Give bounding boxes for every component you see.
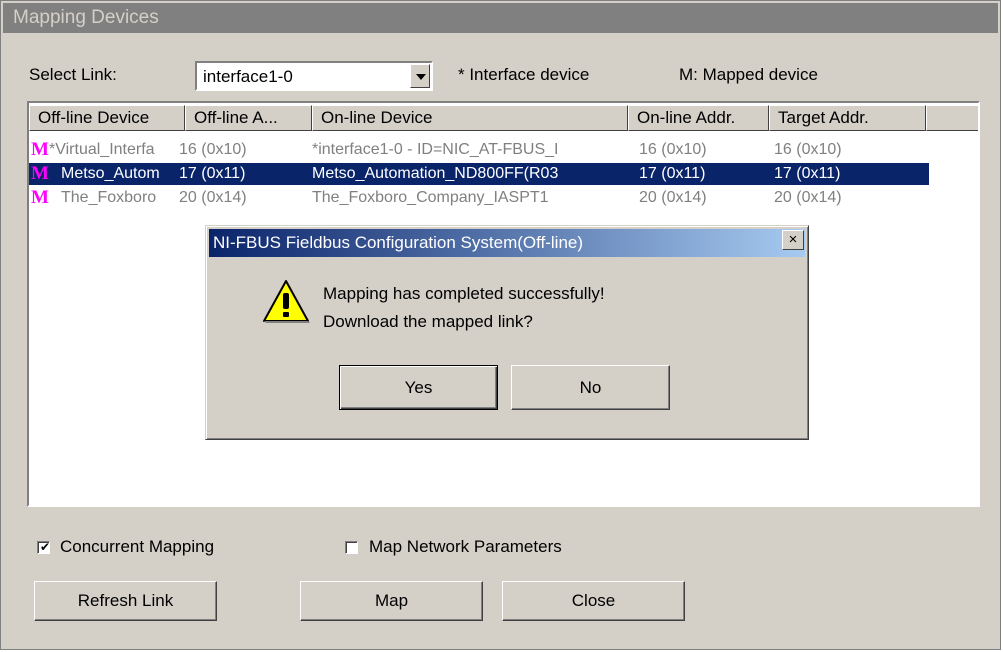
target-addr-cell: 16 (0x10)	[774, 141, 842, 158]
refresh-link-button[interactable]: Refresh Link	[34, 581, 217, 621]
map-button[interactable]: Map	[300, 581, 483, 621]
warning-icon	[263, 280, 310, 323]
offline-addr-cell: 20 (0x14)	[179, 189, 247, 206]
online-device-cell: *interface1-0 - ID=NIC_AT-FBUS_I	[312, 141, 559, 158]
dialog-close-button[interactable]: ×	[782, 230, 804, 250]
column-header-target-addr[interactable]: Target Addr.	[769, 105, 926, 131]
offline-device-cell: *Virtual_Interfa	[49, 141, 155, 158]
column-header-online-addr[interactable]: On-line Addr.	[628, 105, 769, 131]
mapped-device-icon: M	[31, 139, 49, 160]
checkmark-icon: ✔	[40, 540, 51, 554]
chevron-down-icon	[416, 74, 426, 80]
window-title: Mapping Devices	[3, 3, 998, 33]
target-addr-cell: 17 (0x11)	[774, 165, 841, 182]
online-device-cell: Metso_Automation_ND800FF(R03	[312, 165, 559, 182]
concurrent-mapping-label: Concurrent Mapping	[60, 537, 215, 556]
map-network-parameters-checkbox[interactable]	[345, 541, 358, 554]
offline-device-cell: The_Foxboro	[61, 189, 157, 206]
concurrent-mapping-checkbox[interactable]: ✔	[37, 540, 51, 554]
column-header-filler	[926, 105, 978, 131]
online-addr-cell: 17 (0x11)	[639, 165, 706, 182]
no-button[interactable]: No	[511, 365, 670, 410]
online-addr-cell: 20 (0x14)	[639, 189, 707, 206]
offline-addr-cell: 17 (0x11)	[179, 165, 246, 182]
interface-device-legend: * Interface device	[458, 65, 590, 84]
table-row-selected[interactable]: M Metso_Autom 17 (0x11) Metso_Automation…	[29, 163, 929, 185]
dialog-title: NI-FBUS Fieldbus Configuration System(Of…	[209, 229, 805, 257]
dialog-message-line2: Download the mapped link?	[323, 312, 533, 331]
yes-button[interactable]: Yes	[339, 365, 498, 410]
mapped-device-icon: M	[31, 187, 49, 208]
select-link-value: interface1-0	[203, 67, 293, 86]
confirmation-dialog: NI-FBUS Fieldbus Configuration System(Of…	[205, 225, 809, 440]
select-link-label: Select Link:	[29, 65, 117, 84]
online-device-cell: The_Foxboro_Company_IASPT1	[312, 189, 549, 206]
table-row[interactable]: M The_Foxboro 20 (0x14) The_Foxboro_Comp…	[29, 187, 929, 209]
target-addr-cell: 20 (0x14)	[774, 189, 842, 206]
column-header-online-device[interactable]: On-line Device	[312, 105, 628, 131]
select-link-dropdown[interactable]: interface1-0	[195, 61, 433, 91]
offline-addr-cell: 16 (0x10)	[179, 141, 247, 158]
offline-device-cell: Metso_Autom	[61, 165, 160, 182]
online-addr-cell: 16 (0x10)	[639, 141, 707, 158]
column-header-offline-addr[interactable]: Off-line A...	[185, 105, 312, 131]
column-header-offline-device[interactable]: Off-line Device	[29, 105, 185, 131]
close-button[interactable]: Close	[502, 581, 685, 621]
dropdown-arrow-button[interactable]	[410, 64, 430, 88]
mapped-device-icon: M	[31, 163, 49, 184]
table-row[interactable]: M *Virtual_Interfa 16 (0x10) *interface1…	[29, 139, 929, 161]
mapped-device-legend: M: Mapped device	[679, 65, 818, 84]
dialog-message-line1: Mapping has completed successfully!	[323, 284, 605, 303]
map-network-parameters-label: Map Network Parameters	[369, 537, 562, 556]
